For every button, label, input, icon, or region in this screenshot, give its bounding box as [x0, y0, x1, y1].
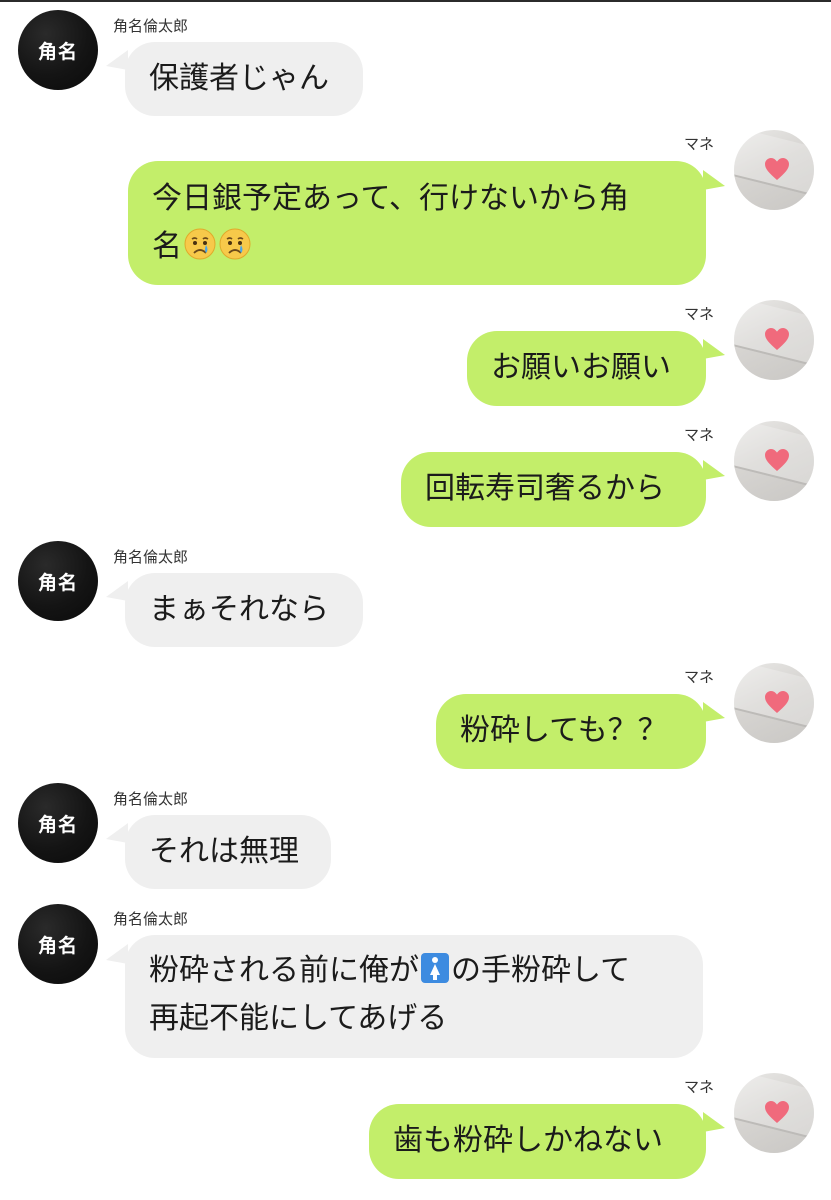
message-text: 名 — [152, 229, 182, 264]
sender-name: マネ — [684, 426, 715, 444]
message-bubble[interactable]: それは無理 — [125, 815, 331, 889]
avatar-label: 角名 — [37, 40, 78, 63]
crying-face-icon — [184, 228, 216, 260]
sender-name: マネ — [684, 668, 715, 686]
heart-icon — [765, 449, 789, 471]
message-text: 保護者じゃん — [149, 61, 329, 96]
avatar[interactable] — [734, 663, 814, 743]
sender-name: 角名倫太郎 — [113, 790, 189, 808]
bubble-tail — [703, 170, 725, 190]
avatar-label: 角名 — [37, 813, 78, 836]
avatar[interactable]: 角名 — [18, 10, 98, 90]
top-divider — [0, 0, 831, 2]
message-text: それは無理 — [149, 834, 299, 869]
sender-name: 角名倫太郎 — [113, 910, 189, 928]
message-bubble[interactable]: 粉砕しても？？ — [436, 694, 706, 769]
message-text: まぁそれなら — [149, 592, 329, 627]
message-bubble[interactable]: 粉砕される前に俺が の手粉砕して 再起不能にしてあげる — [125, 935, 703, 1058]
sender-name: 角名倫太郎 — [113, 548, 189, 566]
sender-name: 角名倫太郎 — [113, 17, 189, 35]
message-bubble[interactable]: 今日銀予定あって、行けないから角 名 — [128, 161, 706, 285]
avatar[interactable]: 角名 — [18, 904, 98, 984]
message-bubble[interactable]: 歯も粉砕しかねない — [369, 1104, 706, 1179]
message-text-line: 名 — [152, 223, 682, 271]
message-bubble[interactable]: 保護者じゃん — [125, 42, 363, 116]
bubble-tail — [703, 339, 725, 359]
sender-name: マネ — [684, 135, 715, 153]
bubble-tail — [703, 1112, 725, 1132]
message-bubble[interactable]: 回転寿司奢るから — [401, 452, 706, 527]
avatar[interactable] — [734, 1073, 814, 1153]
avatar[interactable]: 角名 — [18, 541, 98, 621]
avatar[interactable]: 角名 — [18, 783, 98, 863]
message-text: 粉砕される前に俺が — [149, 953, 419, 988]
womens-room-icon — [421, 953, 449, 983]
message-bubble[interactable]: お願いお願い — [467, 331, 706, 406]
bubble-tail — [703, 460, 725, 480]
avatar[interactable] — [734, 130, 814, 210]
heart-icon — [765, 691, 789, 713]
heart-icon — [765, 1101, 789, 1123]
message-text-line: 粉砕される前に俺が の手粉砕して — [149, 947, 679, 995]
bubble-tail — [703, 702, 725, 722]
avatar[interactable] — [734, 421, 814, 501]
message-text-line: 再起不能にしてあげる — [149, 1001, 448, 1036]
avatar[interactable] — [734, 300, 814, 380]
sender-name: マネ — [684, 1078, 715, 1096]
heart-icon — [765, 158, 789, 180]
message-text-line: 今日銀予定あって、行けないから角 — [152, 181, 629, 216]
message-text: お願いお願い — [491, 350, 671, 385]
message-text: 回転寿司奢るから — [425, 471, 665, 506]
avatar-label: 角名 — [37, 571, 78, 594]
message-bubble[interactable]: まぁそれなら — [125, 573, 363, 647]
message-text: の手粉砕して — [451, 953, 631, 988]
message-text: 歯も粉砕しかねない — [393, 1123, 663, 1158]
crying-face-icon — [219, 228, 251, 260]
message-text: 粉砕しても？？ — [460, 713, 668, 748]
heart-icon — [765, 328, 789, 350]
sender-name: マネ — [684, 305, 715, 323]
avatar-label: 角名 — [37, 934, 78, 957]
